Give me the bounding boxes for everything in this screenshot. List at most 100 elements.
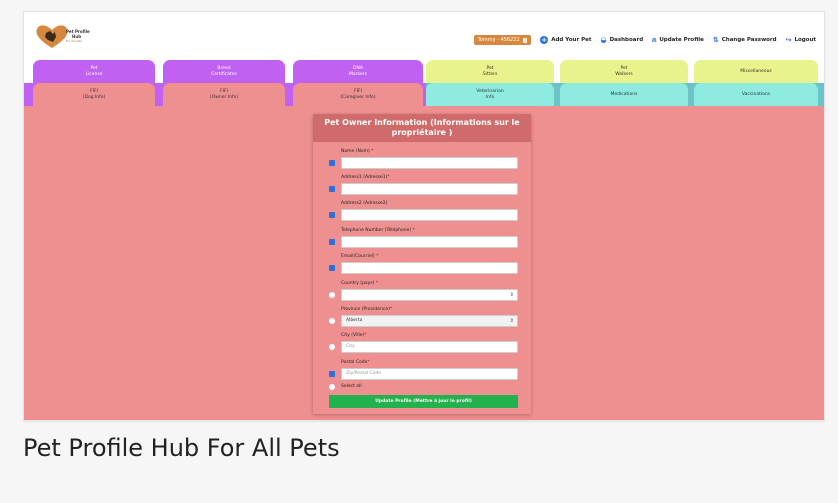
tab-breed-certificates[interactable]: Breed Certificates: [163, 60, 285, 83]
screenshot-frame: Pet Profile Hub for all pets Tommy - 456…: [23, 11, 825, 421]
city-checkbox[interactable]: [329, 344, 335, 350]
telephone-label: Telephone Number (Téléphone) *: [341, 228, 415, 233]
dashboard-icon: ◒: [600, 35, 607, 44]
logo-tagline: for all pets: [66, 39, 83, 43]
label-text: Province (Providence): [341, 307, 390, 312]
user-menu[interactable]: Tommy - 456222 1: [473, 35, 532, 45]
tab-vaccinations[interactable]: Vaccinations: [694, 83, 818, 106]
dashboard-link[interactable]: ◒ Dashboard: [600, 35, 644, 44]
address2-input[interactable]: [341, 209, 518, 221]
postal-checkbox[interactable]: [329, 371, 335, 377]
update-profile-link[interactable]: ⍝ Update Profile: [652, 36, 704, 44]
plus-icon: +: [540, 36, 549, 44]
required-mark: *: [364, 333, 367, 338]
tab-fifi-caregiver-info[interactable]: FIFI (Caregiver Info): [293, 83, 423, 106]
top-nav: Tommy - 456222 1 + Add Your Pet ◒ Dashbo…: [473, 35, 816, 45]
owner-info-form: Pet Owner Information (Informations sur …: [313, 114, 531, 414]
required-mark: *: [367, 360, 370, 365]
tab-pet-license[interactable]: Pet License: [33, 60, 155, 83]
name-input[interactable]: [341, 157, 518, 169]
email-label: Email(Courriel) *: [341, 254, 378, 259]
content-area: Pet Owner Information (Informations sur …: [24, 106, 824, 420]
province-checkbox[interactable]: [329, 318, 335, 324]
logout-link[interactable]: ↪ Logout: [785, 35, 816, 44]
postal-input[interactable]: Zip/Postal Code: [341, 368, 518, 380]
required-mark: *: [387, 175, 390, 180]
province-select[interactable]: Alberta ⇕: [341, 315, 518, 327]
address2-label: Address2 (Adresse2): [341, 201, 387, 206]
tab-line2: License: [85, 71, 103, 77]
name-checkbox[interactable]: [329, 160, 335, 166]
logout-label: Logout: [794, 37, 816, 43]
country-label: Country (pays) *: [341, 281, 378, 286]
page-caption: Pet Profile Hub For All Pets: [23, 434, 340, 462]
tab-line2: Markers: [349, 71, 367, 77]
logout-icon: ↪: [785, 35, 792, 44]
required-mark: *: [376, 254, 379, 259]
tab-miscellaneous[interactable]: Miscellaneous: [694, 60, 818, 83]
label-text: Email(Courriel): [341, 254, 375, 259]
change-password-link[interactable]: ⇅ Change Password: [712, 35, 777, 44]
tab-line1: Veterinarian: [476, 88, 504, 94]
tab-line2: Walkers: [615, 71, 633, 77]
select-all-checkbox[interactable]: [329, 384, 335, 390]
tab-pet-sitters[interactable]: Pet Sitters: [426, 60, 554, 83]
logo-text: Pet Profile Hub for all pets: [66, 29, 90, 44]
telephone-checkbox[interactable]: [329, 239, 335, 245]
app-header: Pet Profile Hub for all pets Tommy - 456…: [24, 12, 824, 60]
email-checkbox[interactable]: [329, 265, 335, 271]
tab-fifi-dog-info[interactable]: FIFI (Dog Info): [33, 83, 155, 106]
update-profile-button[interactable]: Update Profile (Mettre à jour le profil): [329, 395, 518, 408]
tab-line2: Info: [485, 94, 495, 100]
tab-fifi-owner-info[interactable]: FIFI (Owner Info): [163, 83, 285, 106]
add-pet-label: Add Your Pet: [551, 37, 592, 43]
tab-line2: Certificates: [211, 71, 237, 77]
address1-checkbox[interactable]: [329, 186, 335, 192]
address1-label: Address1 (Adresse1)*: [341, 175, 390, 180]
change-password-label: Change Password: [721, 37, 777, 43]
province-label: Province (Providence)*: [341, 307, 392, 312]
tab-row-1: Pet License Breed Certificates DNA Markers …: [24, 60, 824, 83]
address1-input[interactable]: [341, 183, 518, 195]
city-label: City (Ville)*: [341, 333, 367, 338]
user-badge: 1: [522, 37, 528, 43]
province-value: Alberta: [346, 318, 363, 323]
key-icon: ⇅: [712, 35, 719, 44]
name-label: Name (Nom) *: [341, 149, 373, 154]
label-text: Name (Nom): [341, 149, 370, 154]
add-pet-link[interactable]: + Add Your Pet: [540, 36, 591, 44]
postal-label: Postal Code*: [341, 360, 370, 365]
tab-line2: Sitters: [482, 71, 498, 77]
required-mark: *: [389, 307, 393, 312]
update-profile-label: Update Profile: [659, 37, 704, 43]
email-input[interactable]: [341, 262, 518, 274]
label-text: Country (pays): [341, 281, 375, 286]
city-input[interactable]: City: [341, 341, 518, 353]
user-label: Tommy - 456222: [477, 37, 520, 43]
tab-line1: Medications: [610, 91, 638, 97]
required-mark: *: [375, 281, 379, 286]
dashboard-label: Dashboard: [609, 37, 644, 43]
telephone-input[interactable]: [341, 236, 518, 248]
tab-dna-markers[interactable]: DNA Markers: [293, 60, 423, 83]
updown-icon: ⇕: [509, 318, 514, 324]
tab-veterinarian-info[interactable]: Veterinarian Info: [426, 83, 554, 106]
tab-medications[interactable]: Medications: [560, 83, 688, 106]
required-mark: *: [412, 228, 415, 233]
label-text: City (Ville): [341, 333, 365, 338]
tab-line2: (Dog Info): [82, 94, 106, 100]
tab-row-2: FIFI (Dog Info) FIFI (Owner Info) FIFI (Car…: [24, 83, 824, 106]
label-text: Postal Code: [341, 360, 368, 365]
tab-line2: (Caregiver Info): [340, 94, 376, 100]
required-mark: *: [371, 149, 374, 154]
label-text: Address1 (Adresse1): [341, 175, 388, 180]
label-text: Telephone Number (Téléphone): [341, 228, 412, 233]
select-all-label: Select all: [341, 384, 362, 389]
tab-pet-walkers[interactable]: Pet Walkers: [560, 60, 688, 83]
address2-checkbox[interactable]: [329, 212, 335, 218]
tab-line1: Vaccinations: [741, 91, 771, 97]
country-checkbox[interactable]: [329, 292, 335, 298]
tab-line1: Miscellaneous: [740, 68, 772, 74]
updown-icon: ⇕: [509, 292, 514, 298]
country-select[interactable]: ⇕: [341, 289, 518, 301]
